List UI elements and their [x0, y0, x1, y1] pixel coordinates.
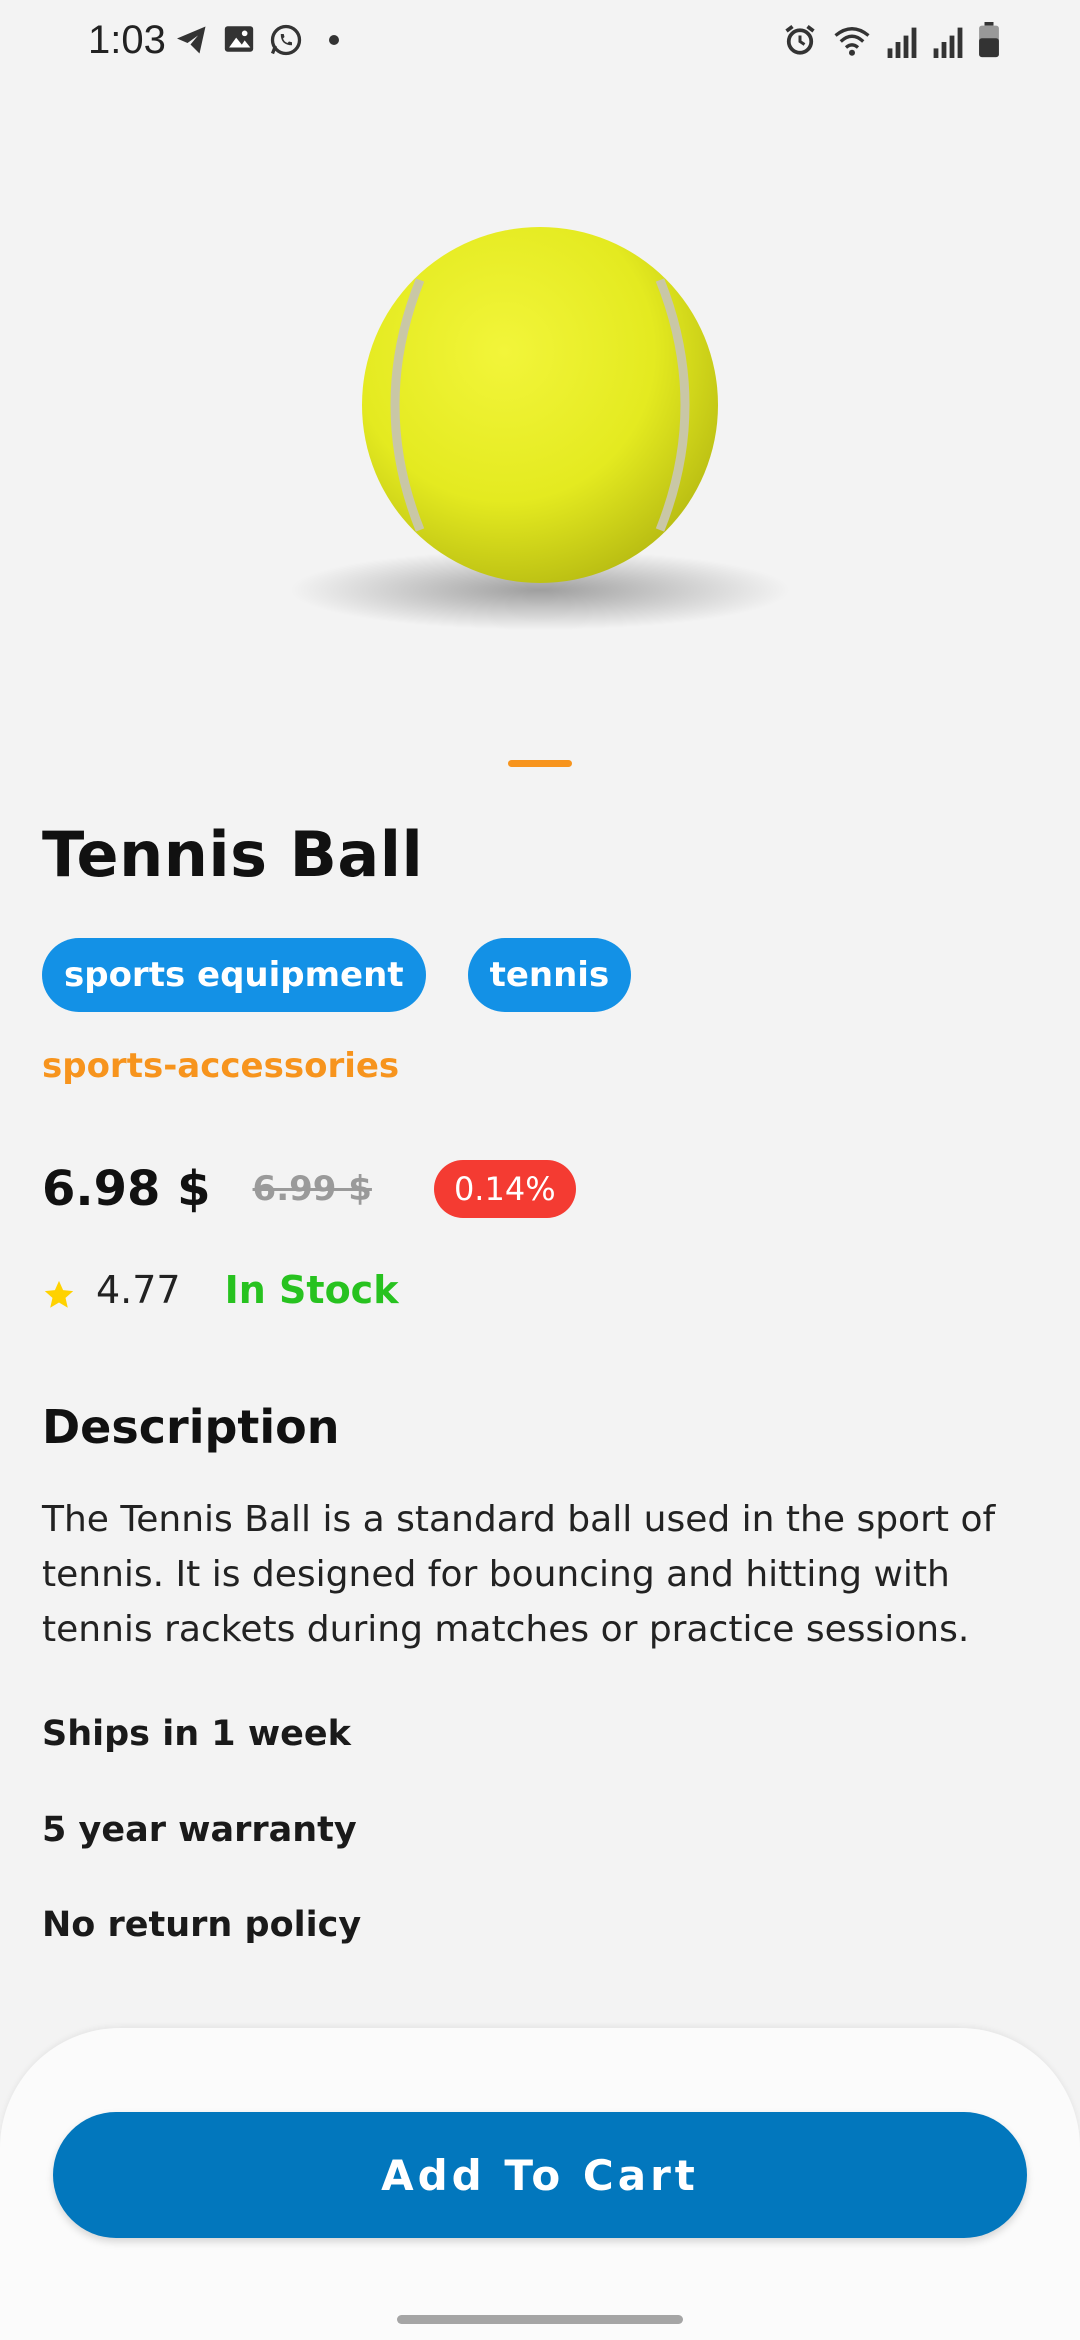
tag-list: sports equipment tennis: [42, 938, 632, 1012]
rating-value: 4.77: [96, 1268, 181, 1312]
battery-icon: [979, 22, 999, 58]
status-bar: 1:03: [0, 0, 1080, 84]
status-time: 1:03: [88, 18, 166, 62]
wifi-icon: [834, 27, 870, 56]
tag-chip[interactable]: sports equipment: [42, 938, 426, 1012]
alarm-icon: [785, 25, 815, 55]
discount-badge: 0.14%: [433, 1160, 576, 1218]
rating-row: 4.77 In Stock: [42, 1268, 398, 1312]
product-title: Tennis Ball: [42, 818, 424, 891]
stock-status: In Stock: [224, 1268, 399, 1312]
tag-chip[interactable]: tennis: [467, 938, 632, 1012]
original-price: 6.99 $: [252, 1169, 372, 1209]
shipping-info: Ships in 1 week: [42, 1714, 351, 1754]
price-row: 6.98 $ 6.99 $ 0.14%: [42, 1160, 576, 1218]
image-pager-indicator: [508, 760, 572, 767]
description-heading: Description: [42, 1400, 340, 1454]
status-icons: [782, 22, 1000, 58]
product-image: [290, 227, 790, 630]
return-policy-info: No return policy: [42, 1905, 362, 1945]
dot-icon: [329, 35, 339, 45]
home-indicator[interactable]: [397, 2315, 683, 2324]
signal-icon: [887, 27, 917, 58]
star-icon: [44, 1280, 74, 1308]
add-to-cart-button[interactable]: Add To Cart: [53, 2112, 1027, 2238]
signal-icon: [933, 27, 963, 58]
whatsapp-icon: [270, 24, 302, 56]
gallery-icon: [224, 26, 254, 52]
description-text: The Tennis Ball is a standard ball used …: [42, 1499, 996, 1650]
current-price: 6.98 $: [42, 1161, 211, 1217]
category-link[interactable]: sports-accessories: [42, 1046, 399, 1086]
telegram-icon: [177, 26, 206, 54]
warranty-info: 5 year warranty: [42, 1810, 357, 1850]
